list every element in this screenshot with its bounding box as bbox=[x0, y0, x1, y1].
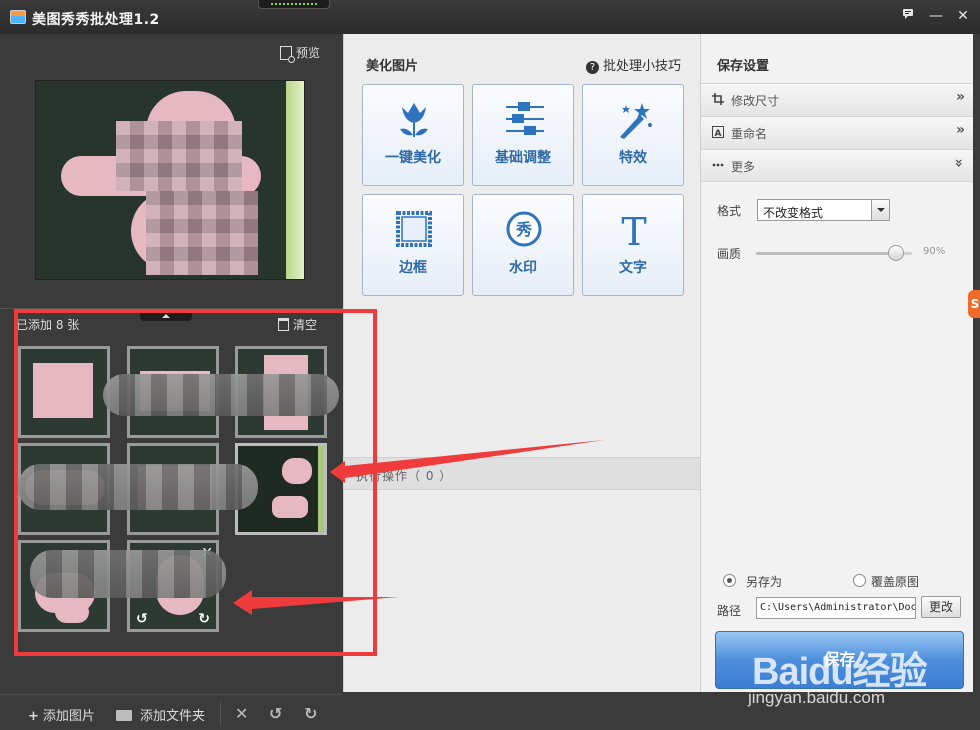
baidu-watermark: Baidu经验 jingyan.baidu.com bbox=[748, 630, 972, 710]
rename-icon: A bbox=[712, 126, 724, 139]
toolbar-divider bbox=[220, 701, 221, 725]
quality-label: 画质 bbox=[717, 247, 742, 261]
quality-slider[interactable] bbox=[756, 245, 912, 261]
preview-image bbox=[35, 80, 305, 280]
delete-icon[interactable]: ✕ bbox=[235, 704, 248, 723]
sogou-ime-icon[interactable]: S bbox=[968, 290, 980, 318]
tips-label: 批处理小技巧 bbox=[603, 59, 682, 74]
feedback-icon[interactable] bbox=[897, 7, 919, 25]
tips-link[interactable]: ? 批处理小技巧 bbox=[586, 55, 681, 74]
watermark-main: Baidu经验 bbox=[752, 651, 928, 693]
title-bar: 美图秀秀批处理1.2 — ✕ bbox=[0, 0, 980, 34]
sliders-icon bbox=[506, 102, 544, 135]
format-value: 不改变格式 bbox=[763, 206, 824, 220]
change-path-button[interactable]: 更改 bbox=[921, 596, 961, 618]
preview-label: 预览 bbox=[296, 46, 321, 60]
add-image-label: 添加图片 bbox=[42, 709, 95, 724]
magic-wand-icon bbox=[620, 103, 652, 139]
app-icon bbox=[10, 10, 26, 24]
tool-watermark[interactable]: 秀 水印 bbox=[472, 194, 574, 296]
tulip-icon bbox=[400, 103, 428, 137]
section-more[interactable]: 更多 » bbox=[701, 149, 973, 182]
tool-frame[interactable]: 边框 bbox=[362, 194, 464, 296]
annotation-box bbox=[14, 309, 377, 656]
beautify-title: 美化图片 bbox=[366, 59, 419, 74]
svg-text:T: T bbox=[621, 211, 646, 249]
section-label: 更多 bbox=[731, 160, 756, 174]
dropdown-arrow-icon[interactable] bbox=[871, 200, 889, 220]
beautify-panel: 美化图片 ? 批处理小技巧 一键美化 基础调整 特效 边框 秀 水印 T 文字 … bbox=[343, 34, 700, 692]
save-as-radio[interactable] bbox=[723, 574, 736, 587]
preview-icon bbox=[280, 46, 295, 63]
minimize-button[interactable]: — bbox=[925, 7, 947, 25]
bottom-toolbar: + 添加图片 添加文件夹 ✕ ↺ ↻ bbox=[0, 694, 343, 730]
tool-effects[interactable]: 特效 bbox=[582, 84, 684, 186]
frame-icon bbox=[396, 211, 432, 247]
svg-text:秀: 秀 bbox=[515, 220, 532, 239]
tool-basic-adjust[interactable]: 基础调整 bbox=[472, 84, 574, 186]
save-as-label: 另存为 bbox=[746, 575, 783, 589]
tool-label: 基础调整 bbox=[495, 150, 551, 166]
section-label: 重命名 bbox=[731, 127, 768, 141]
path-label: 路径 bbox=[717, 604, 742, 618]
title-status-tab bbox=[258, 0, 330, 9]
save-settings-panel: 保存设置 修改尺寸 » A 重命名 » 更多 » 格式 不改变格式 画质 90%… bbox=[700, 34, 973, 692]
expand-chevron-icon: » bbox=[955, 122, 965, 138]
window-edge bbox=[973, 34, 980, 730]
section-label: 修改尺寸 bbox=[731, 94, 780, 108]
path-input[interactable]: C:\Users\Administrator\Doc bbox=[756, 597, 916, 619]
window-title: 美图秀秀批处理1.2 bbox=[32, 12, 160, 28]
section-resize[interactable]: 修改尺寸 » bbox=[701, 83, 973, 116]
tool-label: 水印 bbox=[509, 260, 537, 276]
quality-slider-fill bbox=[756, 252, 897, 255]
folder-icon bbox=[116, 710, 132, 721]
tool-label: 边框 bbox=[399, 260, 427, 276]
add-image-button[interactable]: + 添加图片 bbox=[28, 705, 95, 724]
format-select[interactable]: 不改变格式 bbox=[757, 199, 890, 221]
tool-auto-beautify[interactable]: 一键美化 bbox=[362, 84, 464, 186]
preview-button[interactable]: 预览 bbox=[280, 44, 321, 63]
tool-label: 特效 bbox=[619, 150, 647, 166]
close-button[interactable]: ✕ bbox=[952, 7, 974, 25]
tool-label: 文字 bbox=[619, 260, 647, 276]
undo-icon[interactable]: ↺ bbox=[269, 704, 282, 723]
expand-chevron-icon: » bbox=[955, 89, 965, 105]
watermark-stamp-icon: 秀 bbox=[506, 211, 542, 247]
quality-slider-handle[interactable] bbox=[888, 245, 905, 261]
overwrite-label: 覆盖原图 bbox=[871, 575, 920, 589]
quality-value: 90% bbox=[923, 246, 946, 257]
format-label: 格式 bbox=[717, 204, 742, 218]
overwrite-radio[interactable] bbox=[853, 574, 866, 587]
save-settings-title: 保存设置 bbox=[717, 59, 770, 74]
section-rename[interactable]: A 重命名 » bbox=[701, 116, 973, 149]
crop-icon bbox=[712, 93, 724, 105]
collapse-chevron-icon: » bbox=[950, 158, 967, 168]
tool-label: 一键美化 bbox=[385, 150, 441, 166]
redo-icon[interactable]: ↻ bbox=[304, 704, 317, 723]
watermark-url: jingyan.baidu.com bbox=[748, 688, 886, 707]
more-dots-icon bbox=[712, 159, 724, 171]
add-folder-label: 添加文件夹 bbox=[140, 709, 206, 724]
svg-text:A: A bbox=[715, 129, 722, 138]
text-t-icon: T bbox=[621, 211, 646, 249]
add-folder-button[interactable]: 添加文件夹 bbox=[116, 705, 205, 724]
help-icon: ? bbox=[586, 61, 599, 74]
plus-icon: + bbox=[28, 709, 39, 724]
tool-text[interactable]: T 文字 bbox=[582, 194, 684, 296]
operations-bar[interactable]: 执行操作（ 0 ） bbox=[344, 457, 700, 490]
